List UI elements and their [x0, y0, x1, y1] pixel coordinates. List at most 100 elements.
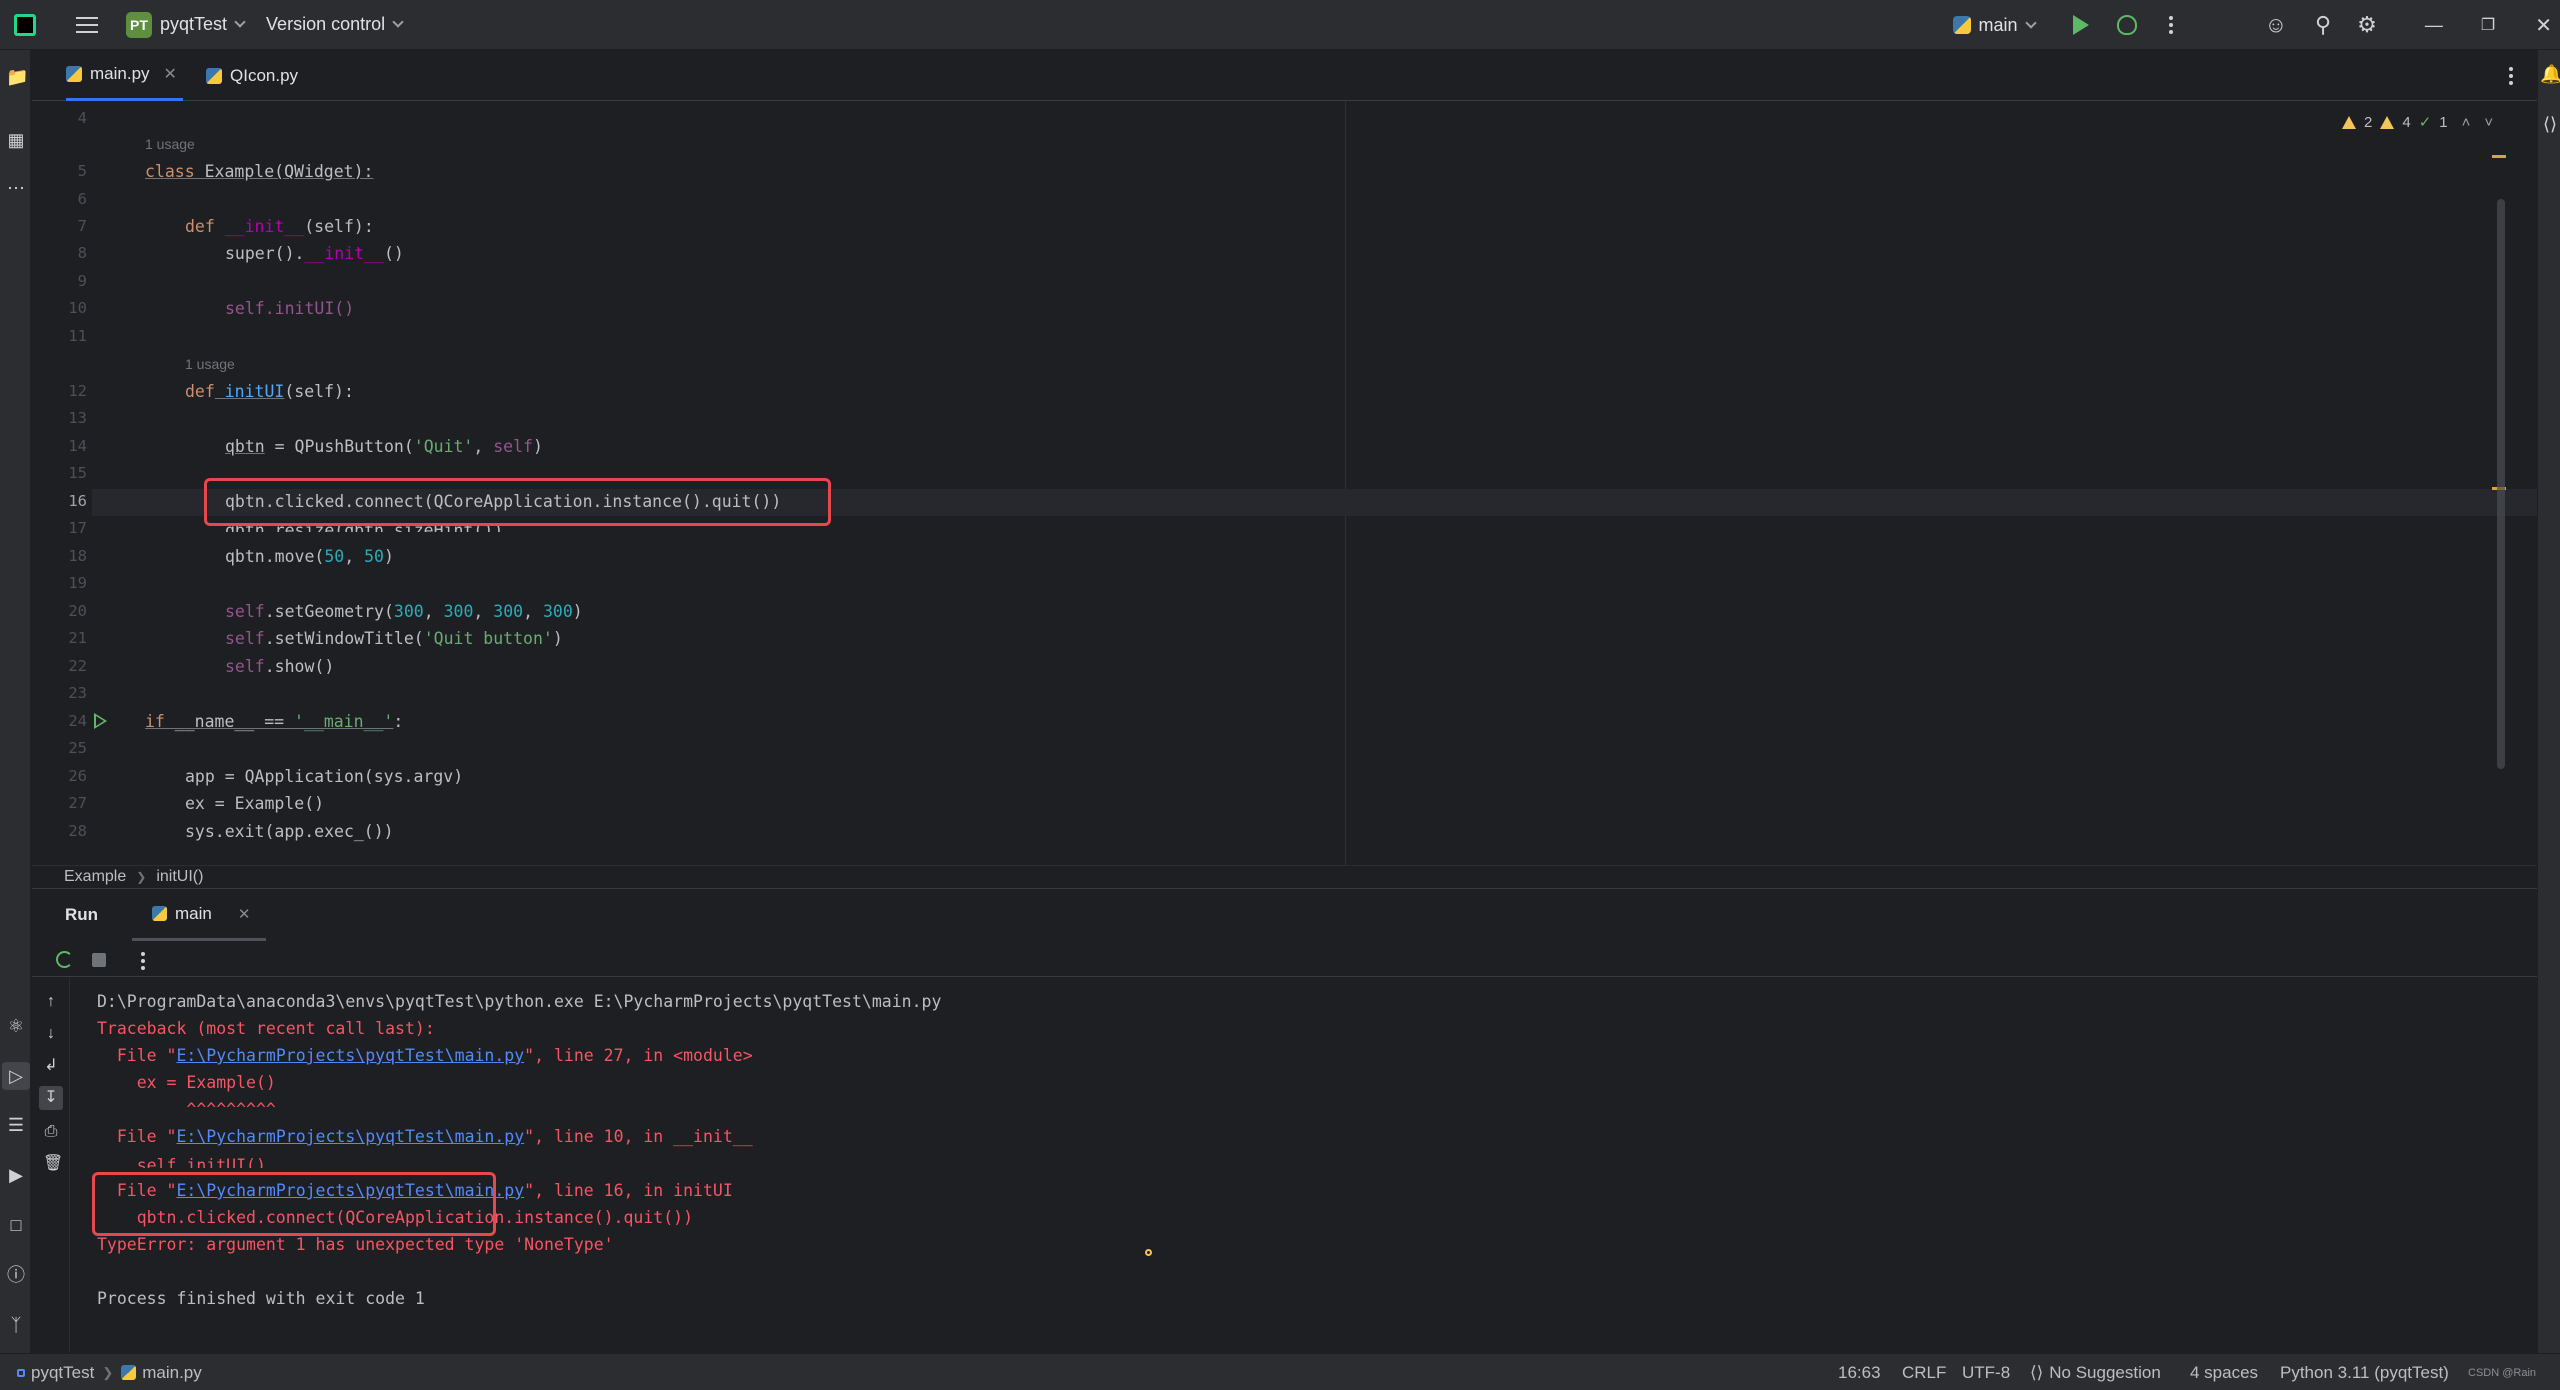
code-line-22: self.show() — [225, 657, 334, 676]
code-text: ex = Example() — [185, 794, 325, 813]
console-caret-line: ^^^^^^^^^ — [97, 1100, 276, 1119]
line-number: 4 — [77, 109, 87, 127]
previous-highlight-icon[interactable]: ˄ — [2462, 114, 2471, 131]
rerun-icon[interactable] — [56, 951, 73, 968]
git-branch-icon[interactable]: ᛉ — [6, 1315, 26, 1335]
status-file[interactable]: main.py — [142, 1363, 202, 1383]
status-encoding[interactable]: UTF-8 — [1962, 1354, 2010, 1390]
breadcrumb-separator-icon: ❯ — [136, 869, 147, 884]
scroll-up-icon[interactable]: ↑ — [43, 994, 59, 1010]
project-folder-icon[interactable]: 📁 — [6, 67, 28, 87]
layers-icon[interactable]: ☰ — [6, 1115, 26, 1135]
restore-window-icon[interactable]: ❐ — [2481, 15, 2495, 35]
terminal-icon[interactable]: □ — [6, 1215, 26, 1235]
warning-stripe-marker[interactable] — [2492, 155, 2506, 158]
code-editor[interactable]: 2 4 ✓ 1 ˄ ˅ 4 5 6 7 8 9 10 11 12 13 14 15… — [32, 101, 2537, 865]
line-number: 14 — [68, 437, 87, 455]
code-text: , — [344, 547, 365, 566]
services-icon[interactable]: ▶ — [6, 1165, 26, 1185]
code-text: ) — [572, 602, 583, 621]
line-number: 11 — [68, 327, 87, 345]
more-options-icon[interactable] — [141, 959, 145, 963]
run-config-selector[interactable]: main — [1952, 15, 2037, 36]
code-line-12: def initUI(self): — [185, 382, 354, 401]
main-menu-icon[interactable] — [76, 16, 98, 33]
code-text: Example(QWidget): — [194, 162, 374, 181]
usage-hint[interactable]: 1 usage — [185, 356, 235, 372]
scroll-down-icon[interactable]: ↓ — [43, 1026, 59, 1042]
structure-icon[interactable]: ▦ — [6, 130, 26, 150]
editor-tabs: main.py ✕ QIcon.py — [32, 50, 2537, 101]
file-link[interactable]: E:\PycharmProjects\pyqtTest\main.py — [176, 1127, 524, 1146]
vcs-menu[interactable]: Version control — [266, 14, 404, 35]
run-tool-icon[interactable]: ▷ — [2, 1062, 30, 1090]
project-icon — [17, 1368, 25, 1377]
print-icon[interactable]: ⎙ — [43, 1124, 59, 1140]
breadcrumb-item[interactable]: Example — [64, 868, 126, 886]
code-text: super(). — [225, 244, 305, 263]
status-caret-position[interactable]: 16:63 — [1838, 1354, 1881, 1390]
more-actions-icon[interactable] — [2168, 23, 2173, 27]
status-interpreter[interactable]: Python 3.11 (pyqtTest) — [2280, 1354, 2449, 1390]
self-keyword: self — [225, 629, 265, 648]
keyword: def — [185, 217, 215, 236]
search-icon[interactable]: ⚲ — [2315, 12, 2331, 38]
minimize-window-icon[interactable]: — — [2425, 15, 2443, 36]
breadcrumb-item[interactable]: initUI() — [156, 868, 203, 886]
python-file-icon — [121, 1365, 137, 1380]
code-line-14: qbtn = QPushButton('Quit', self) — [225, 437, 543, 456]
notifications-bell-icon[interactable]: 🔔 — [2540, 64, 2560, 84]
console-command-line: D:\ProgramData\anaconda3\envs\pyqtTest\p… — [97, 992, 942, 1011]
status-indent[interactable]: 4 spaces — [2190, 1354, 2258, 1390]
debug-icon[interactable] — [2116, 15, 2137, 35]
chevron-down-icon — [234, 16, 246, 28]
string-literal: 'Quit button' — [423, 629, 553, 648]
console-traceback-frame: File "E:\PycharmProjects\pyqtTest\main.p… — [97, 1127, 753, 1146]
add-user-icon[interactable]: ☺ — [2265, 12, 2287, 38]
soft-wrap-icon[interactable]: ↲ — [43, 1058, 59, 1074]
status-breadcrumb[interactable]: pyqtTest ❯ main.py — [17, 1354, 202, 1390]
code-text: .setGeometry( — [264, 602, 394, 621]
code-text: ) — [552, 629, 563, 648]
python-console-icon[interactable]: ⚛ — [6, 1016, 26, 1036]
stop-icon[interactable] — [92, 953, 106, 967]
scroll-to-end-icon[interactable]: ↧ — [39, 1086, 63, 1110]
close-tab-icon[interactable]: ✕ — [238, 905, 251, 923]
code-with-me-icon[interactable]: ⟨⟩ — [2540, 114, 2560, 134]
file-link[interactable]: E:\PycharmProjects\pyqtTest\main.py — [176, 1046, 524, 1065]
close-tab-icon[interactable]: ✕ — [164, 64, 177, 84]
tab-main-py[interactable]: main.py ✕ — [66, 50, 183, 101]
project-badge[interactable]: PT — [126, 11, 152, 38]
tab-qicon-py[interactable]: QIcon.py — [206, 50, 298, 101]
console-text: File " — [97, 1127, 177, 1146]
code-text: (self): — [304, 217, 374, 236]
run-tab-main[interactable]: main ✕ — [132, 889, 266, 941]
status-project[interactable]: pyqtTest — [31, 1363, 94, 1383]
editor-scrollbar[interactable] — [2497, 199, 2505, 769]
code-line-18: qbtn.move(50, 50) — [225, 547, 394, 566]
string-literal: '__main__' — [294, 712, 394, 731]
code-line-10: self.initUI() — [225, 299, 354, 318]
function-name: initUI — [214, 382, 285, 401]
status-suggestion[interactable]: ⟨⟩ No Suggestion — [2030, 1354, 2161, 1390]
line-number: 9 — [77, 272, 87, 290]
run-icon[interactable] — [2072, 15, 2089, 35]
status-line-separator[interactable]: CRLF — [1902, 1354, 1946, 1390]
tab-label: main.py — [90, 64, 150, 83]
close-window-icon[interactable]: ✕ — [2535, 13, 2552, 38]
console-output[interactable]: D:\ProgramData\anaconda3\envs\pyqtTest\p… — [64, 978, 2494, 1354]
settings-gear-icon[interactable]: ⚙ — [2357, 12, 2377, 38]
clear-all-icon[interactable]: 🗑 — [43, 1156, 63, 1172]
run-gutter-icon[interactable] — [94, 713, 107, 729]
console-exit-message: Process finished with exit code 1 — [97, 1289, 425, 1308]
problems-icon[interactable]: ⓘ — [6, 1265, 26, 1285]
tab-options-icon[interactable] — [2509, 74, 2513, 78]
next-highlight-icon[interactable]: ˅ — [2484, 114, 2493, 131]
project-menu[interactable]: pyqtTest — [160, 14, 246, 35]
usage-hint[interactable]: 1 usage — [145, 136, 195, 152]
line-number: 18 — [68, 547, 87, 565]
console-code-line: self.initUI() — [97, 1156, 266, 1168]
inspection-widget[interactable]: 2 4 ✓ 1 ˄ ˅ — [2342, 113, 2493, 131]
string-literal: 'Quit' — [413, 437, 474, 456]
more-tools-icon[interactable]: ⋯ — [6, 178, 26, 198]
